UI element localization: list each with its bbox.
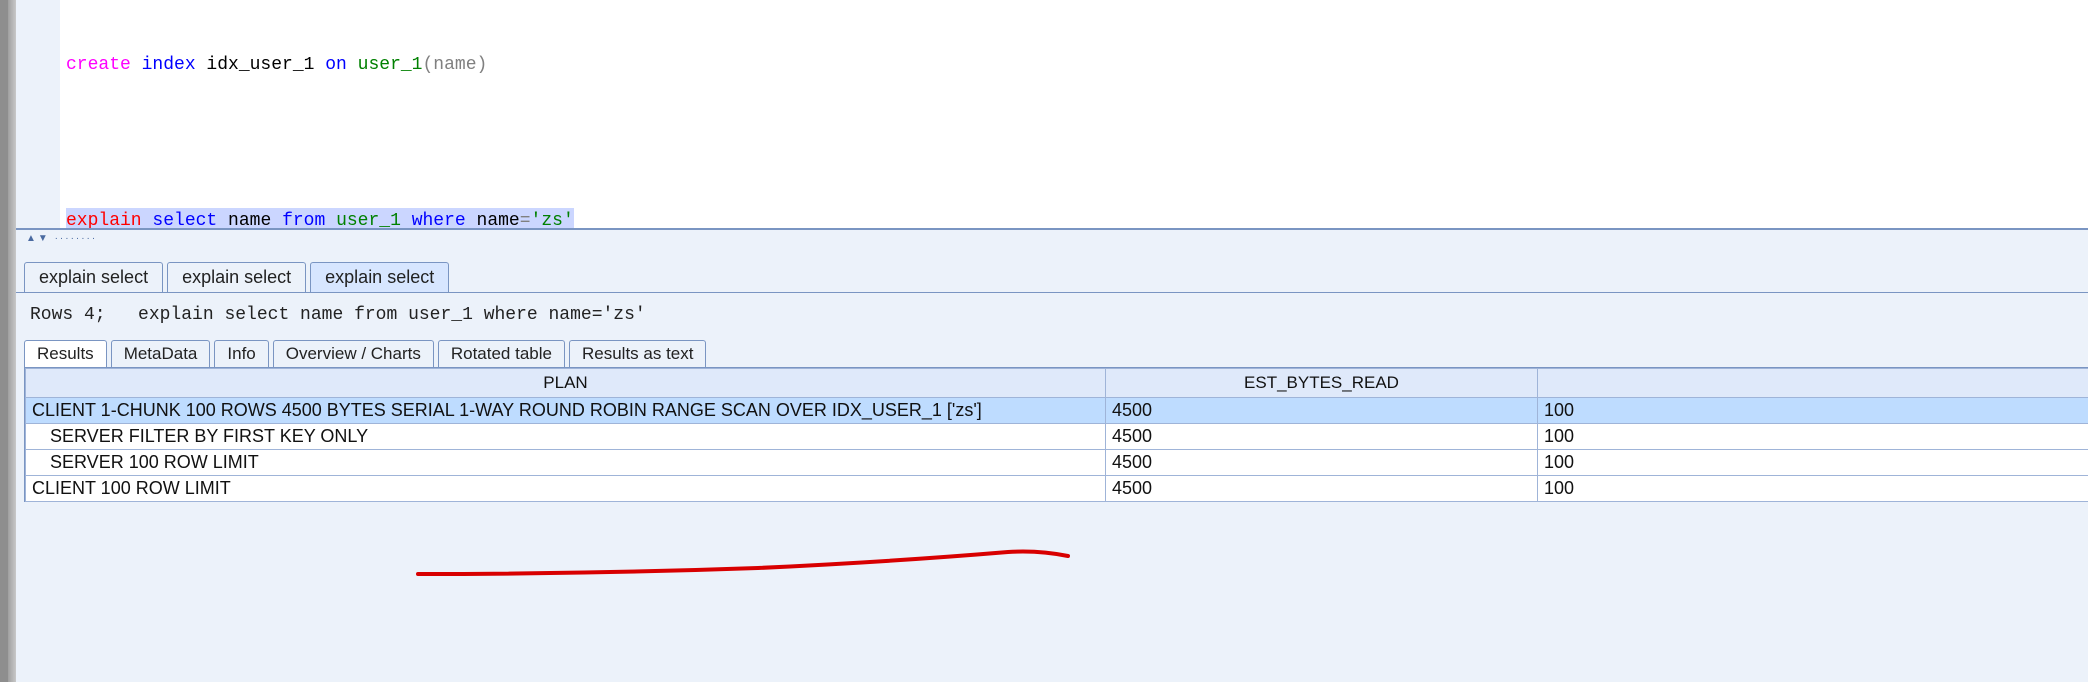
cell-c3: 100 [1538,398,2088,424]
cell-plan: CLIENT 1-CHUNK 100 ROWS 4500 BYTES SERIA… [26,398,1106,424]
result-tab-1[interactable]: explain select [24,262,163,292]
cell-plan: SERVER 100 ROW LIMIT [26,450,1106,476]
vertical-scrollbar[interactable] [8,0,16,682]
code-line: create index idx_user_1 on user_1(name) [60,52,2088,78]
results-grid[interactable]: PLAN EST_BYTES_READ CLIENT 1-CHUNK 100 R… [25,368,2088,502]
cell-ebr: 4500 [1106,476,1538,502]
status-line: Rows 4; explain select name from user_1 … [16,293,2088,337]
code-line-blank [60,130,2088,156]
cell-plan: CLIENT 100 ROW LIMIT [26,476,1106,502]
cell-c3: 100 [1538,450,2088,476]
subtab-info[interactable]: Info [214,340,268,367]
cell-ebr: 4500 [1106,424,1538,450]
cell-ebr: 4500 [1106,398,1538,424]
table-row[interactable]: CLIENT 100 ROW LIMIT4500100 [26,476,2088,502]
executed-query: explain select name from user_1 where na… [138,305,646,325]
cell-c3: 100 [1538,424,2088,450]
rows-count: Rows 4; [30,305,106,325]
col-header-plan[interactable]: PLAN [26,369,1106,398]
editor-gutter [16,0,61,228]
ident-table: user_1 [347,55,423,75]
subtab-overview[interactable]: Overview / Charts [273,340,434,367]
subtab-text[interactable]: Results as text [569,340,707,367]
subtab-rotated[interactable]: Rotated table [438,340,565,367]
sql-editor[interactable]: create index idx_user_1 on user_1(name) … [60,0,2088,228]
result-tab-bar: explain select explain select explain se… [16,248,2088,292]
splitter-grip-icon: ▲▼ ········ [26,233,97,244]
cell-c3: 100 [1538,476,2088,502]
subtab-metadata[interactable]: MetaData [111,340,211,367]
keyword-on: on [325,55,347,75]
paren-cols: (name) [422,55,487,75]
results-grid-wrap: PLAN EST_BYTES_READ CLIENT 1-CHUNK 100 R… [24,367,2088,502]
keyword-index: index [131,55,196,75]
cell-ebr: 4500 [1106,450,1538,476]
result-tab-3[interactable]: explain select [310,262,449,292]
grid-header-row: PLAN EST_BYTES_READ [26,369,2088,398]
ident-idx: idx_user_1 [196,55,326,75]
cell-plan: SERVER FILTER BY FIRST KEY ONLY [26,424,1106,450]
table-row[interactable]: SERVER FILTER BY FIRST KEY ONLY4500100 [26,424,2088,450]
table-row[interactable]: CLIENT 1-CHUNK 100 ROWS 4500 BYTES SERIA… [26,398,2088,424]
table-row[interactable]: SERVER 100 ROW LIMIT4500100 [26,450,2088,476]
sub-tab-bar: Results MetaData Info Overview / Charts … [16,337,2088,367]
subtab-results[interactable]: Results [24,340,107,367]
results-pane: explain select explain select explain se… [16,248,2088,682]
result-tab-2[interactable]: explain select [167,262,306,292]
keyword-create: create [66,55,131,75]
col-header-ebr[interactable]: EST_BYTES_READ [1106,369,1538,398]
col-header-3[interactable] [1538,369,2088,398]
